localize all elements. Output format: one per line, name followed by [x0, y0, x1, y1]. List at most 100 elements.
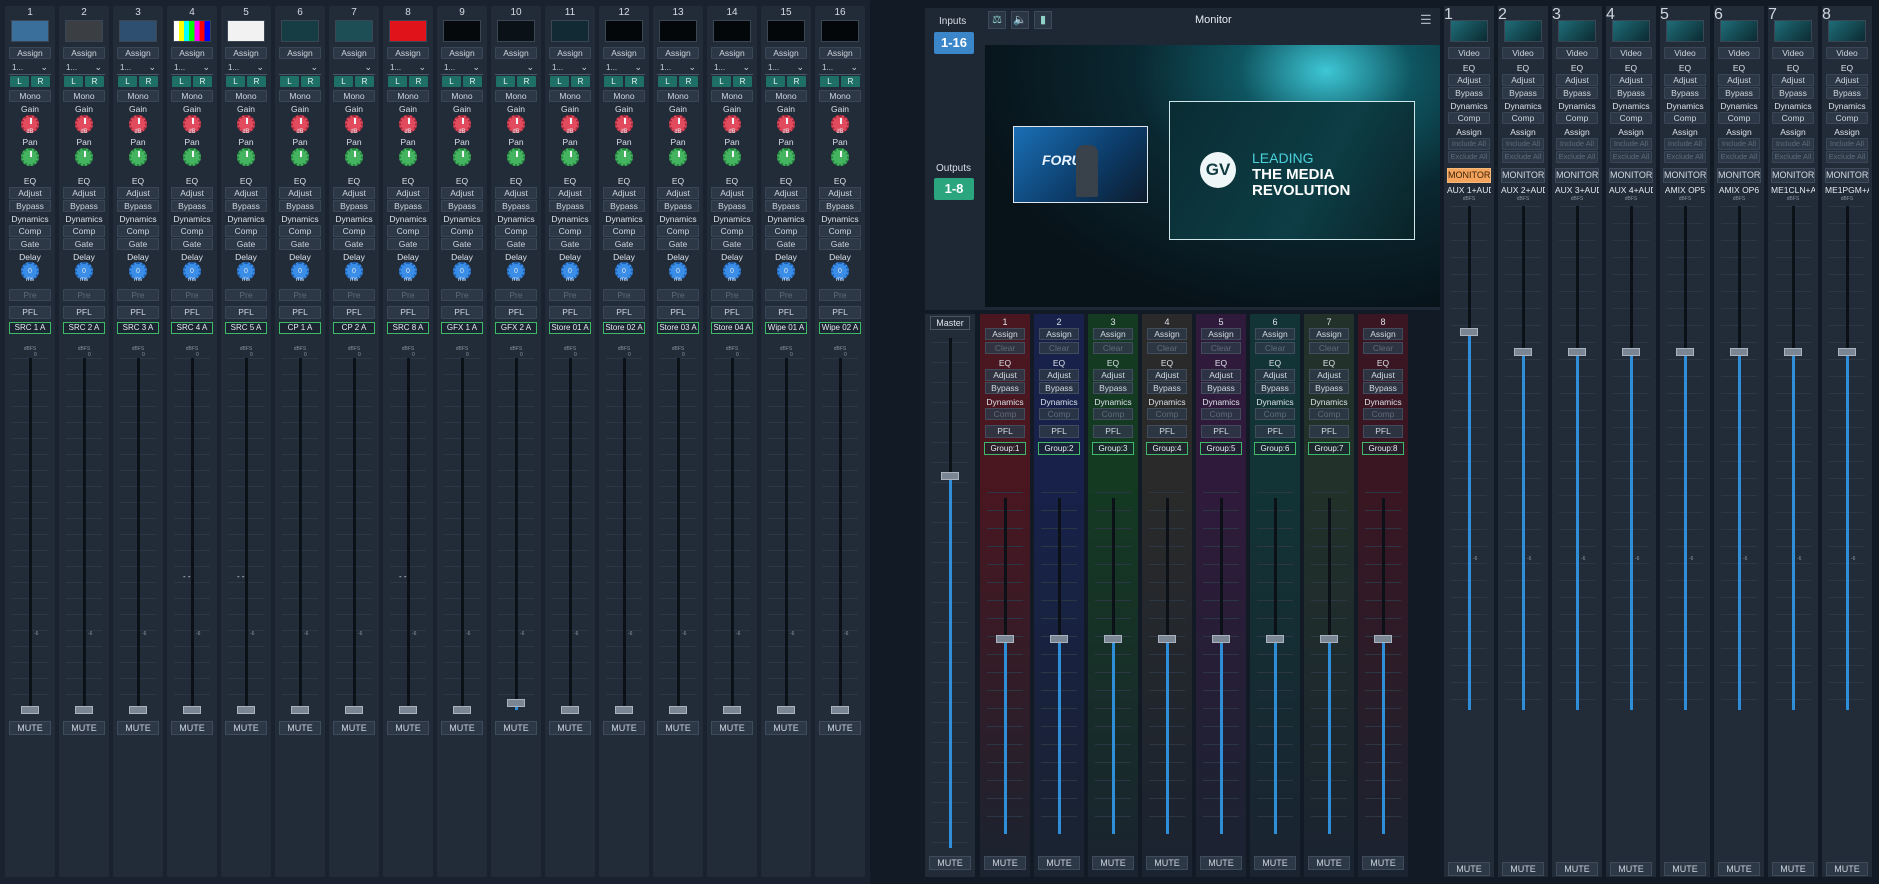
mute-button[interactable]: MUTE	[1610, 862, 1652, 876]
include-all-button[interactable]: Include All	[1718, 138, 1760, 150]
output-fader[interactable]	[1622, 348, 1640, 357]
channel-fader[interactable]	[507, 698, 525, 707]
left-channel-button[interactable]: L	[820, 76, 839, 87]
eq-adjust-button[interactable]: Adjust	[1610, 74, 1652, 86]
channel-fader[interactable]	[129, 706, 147, 714]
monitor-button[interactable]: MONITOR	[1609, 168, 1653, 183]
video-button[interactable]: Video	[1610, 47, 1652, 59]
comp-button[interactable]: Comp	[171, 225, 213, 237]
eq-bypass-button[interactable]: Bypass	[765, 200, 807, 212]
eq-bypass-button[interactable]: Bypass	[549, 200, 591, 212]
right-channel-button[interactable]: R	[139, 76, 158, 87]
eq-bypass-button[interactable]: Bypass	[117, 200, 159, 212]
pan-knob[interactable]	[129, 148, 147, 166]
eq-adjust-button[interactable]: Adjust	[1718, 74, 1760, 86]
pfl-button[interactable]: PFL	[603, 306, 645, 319]
channel-name[interactable]: SRC 5 A	[225, 322, 267, 334]
mute-button[interactable]: MUTE	[1092, 856, 1134, 870]
pre-button[interactable]: Pre	[603, 289, 645, 301]
eq-bypass-button[interactable]: Bypass	[985, 382, 1025, 394]
eq-adjust-button[interactable]: Adjust	[657, 187, 699, 199]
gate-button[interactable]: Gate	[549, 238, 591, 250]
routing-select[interactable]: 1... ⌄	[117, 62, 159, 75]
group-fader[interactable]	[1158, 635, 1176, 644]
eq-adjust-button[interactable]: Adjust	[63, 187, 105, 199]
video-button[interactable]: Video	[1448, 47, 1490, 59]
comp-button[interactable]: Comp	[1039, 408, 1079, 420]
assign-button[interactable]: Assign	[765, 47, 807, 59]
gate-button[interactable]: Gate	[711, 238, 753, 250]
channel-name[interactable]: GFX 2 A	[495, 322, 537, 334]
gate-button[interactable]: Gate	[9, 238, 51, 250]
eq-adjust-button[interactable]: Adjust	[603, 187, 645, 199]
eq-adjust-button[interactable]: Adjust	[1826, 74, 1868, 86]
mono-button[interactable]: Mono	[171, 90, 213, 102]
assign-button[interactable]: Assign	[1039, 328, 1079, 340]
comp-button[interactable]: Comp	[1556, 112, 1598, 124]
pan-knob[interactable]	[21, 148, 39, 166]
pre-button[interactable]: Pre	[657, 289, 699, 301]
channel-fader[interactable]	[21, 706, 39, 714]
gate-button[interactable]: Gate	[495, 238, 537, 250]
channel-fader[interactable]	[237, 706, 255, 714]
mute-button[interactable]: MUTE	[117, 721, 159, 735]
assign-button[interactable]: Assign	[1363, 328, 1403, 340]
pfl-button[interactable]: PFL	[441, 306, 483, 319]
left-channel-button[interactable]: L	[226, 76, 245, 87]
pan-knob[interactable]	[669, 148, 687, 166]
assign-button[interactable]: Assign	[225, 47, 267, 59]
gate-button[interactable]: Gate	[441, 238, 483, 250]
eq-adjust-button[interactable]: Adjust	[1664, 74, 1706, 86]
comp-button[interactable]: Comp	[279, 225, 321, 237]
exclude-all-button[interactable]: Exclude All	[1664, 151, 1706, 163]
pfl-button[interactable]: PFL	[1201, 425, 1241, 438]
eq-adjust-button[interactable]: Adjust	[1448, 74, 1490, 86]
pre-button[interactable]: Pre	[549, 289, 591, 301]
comp-button[interactable]: Comp	[549, 225, 591, 237]
mute-button[interactable]: MUTE	[603, 721, 645, 735]
eq-bypass-button[interactable]: Bypass	[495, 200, 537, 212]
channel-fader[interactable]	[831, 706, 849, 714]
routing-select[interactable]: 1... ⌄	[441, 62, 483, 75]
group-name[interactable]: Group:5	[1200, 442, 1242, 455]
comp-button[interactable]: Comp	[1255, 408, 1295, 420]
pre-button[interactable]: Pre	[333, 289, 375, 301]
pre-button[interactable]: Pre	[171, 289, 213, 301]
eq-adjust-button[interactable]: Adjust	[985, 369, 1025, 381]
routing-select[interactable]: 1... ⌄	[9, 62, 51, 75]
right-channel-button[interactable]: R	[463, 76, 482, 87]
mute-button[interactable]: MUTE	[387, 721, 429, 735]
channel-name[interactable]: Wipe 02 A	[819, 322, 861, 334]
eq-bypass-button[interactable]: Bypass	[1502, 87, 1544, 99]
pfl-button[interactable]: PFL	[657, 306, 699, 319]
gate-button[interactable]: Gate	[765, 238, 807, 250]
routing-select[interactable]: 1... ⌄	[387, 62, 429, 75]
eq-adjust-button[interactable]: Adjust	[9, 187, 51, 199]
eq-bypass-button[interactable]: Bypass	[1147, 382, 1187, 394]
assign-button[interactable]: Assign	[441, 47, 483, 59]
assign-button[interactable]: Assign	[819, 47, 861, 59]
mono-button[interactable]: Mono	[441, 90, 483, 102]
include-all-button[interactable]: Include All	[1448, 138, 1490, 150]
eq-adjust-button[interactable]: Adjust	[765, 187, 807, 199]
mute-button[interactable]: MUTE	[1826, 862, 1868, 876]
comp-button[interactable]: Comp	[1201, 408, 1241, 420]
video-button[interactable]: Video	[1718, 47, 1760, 59]
monitor-button[interactable]: MONITOR	[1447, 168, 1491, 183]
pre-button[interactable]: Pre	[765, 289, 807, 301]
right-channel-button[interactable]: R	[517, 76, 536, 87]
channel-fader[interactable]	[453, 706, 471, 714]
channel-name[interactable]: CP 2 A	[333, 322, 375, 334]
pfl-button[interactable]: PFL	[765, 306, 807, 319]
channel-name[interactable]: SRC 3 A	[117, 322, 159, 334]
output-fader[interactable]	[1514, 348, 1532, 357]
output-fader[interactable]	[1676, 348, 1694, 357]
pfl-button[interactable]: PFL	[985, 425, 1025, 438]
pan-knob[interactable]	[561, 148, 579, 166]
comp-button[interactable]: Comp	[387, 225, 429, 237]
routing-select[interactable]: 1... ⌄	[603, 62, 645, 75]
gate-button[interactable]: Gate	[225, 238, 267, 250]
routing-select[interactable]: 1... ⌄	[549, 62, 591, 75]
mute-button[interactable]: MUTE	[171, 721, 213, 735]
assign-button[interactable]: Assign	[657, 47, 699, 59]
